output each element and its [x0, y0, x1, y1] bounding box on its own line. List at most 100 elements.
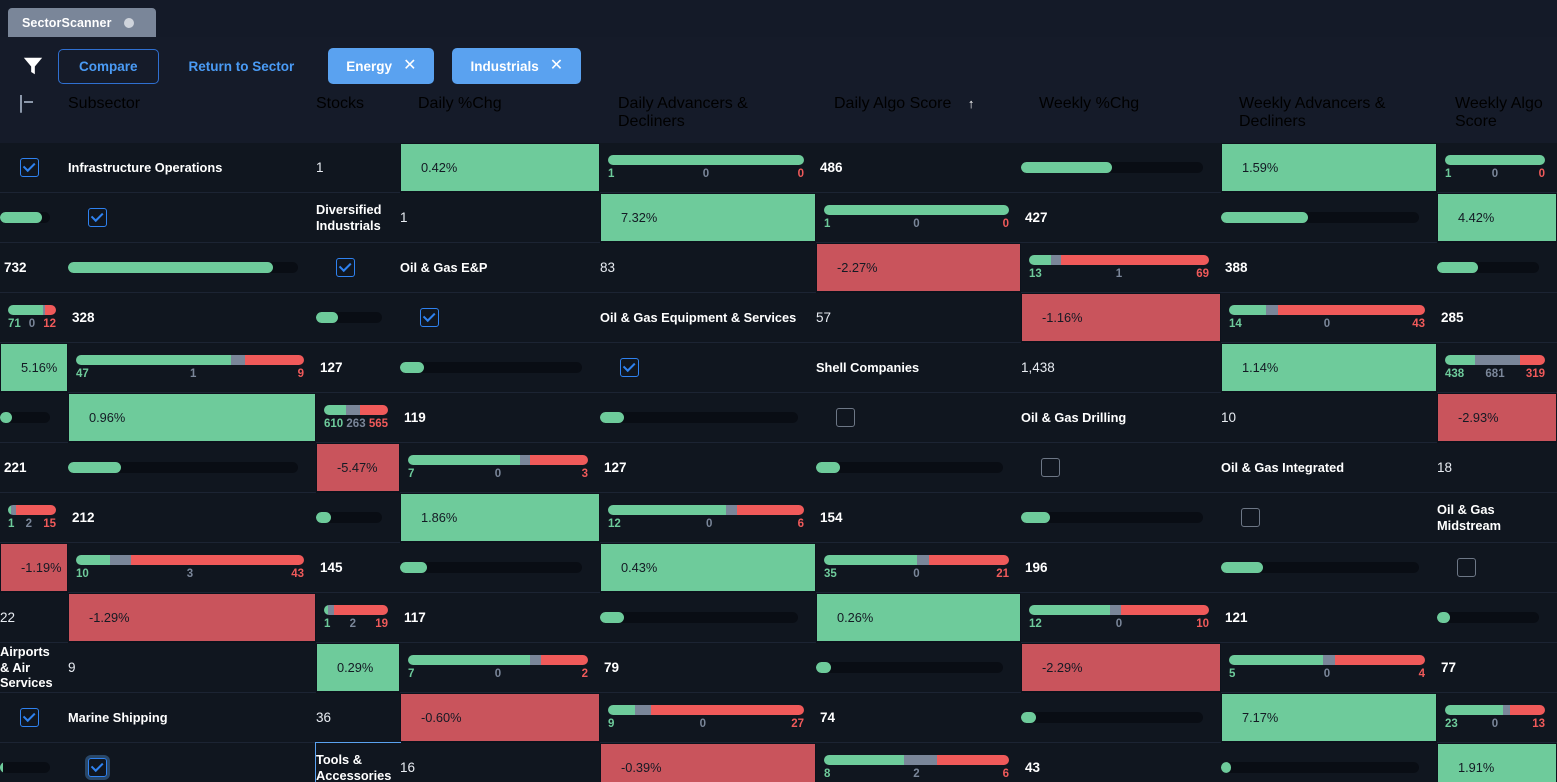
unchanged-count: 0 [1323, 318, 1331, 330]
subsector-name[interactable]: Oil & Gas Equipment & Services [600, 293, 816, 343]
row-checkbox-cell[interactable] [68, 193, 316, 243]
daily-algo-score-meter [316, 493, 400, 543]
weekly-algo-score-meter [1437, 593, 1557, 643]
subsector-name[interactable]: Oil & Gas Drilling [1021, 393, 1221, 443]
row-checkbox[interactable] [88, 208, 107, 227]
daily-algo-score-meter [0, 393, 68, 443]
row-checkbox[interactable] [20, 708, 39, 727]
daily-algo-score: 74 [816, 693, 1021, 743]
column-header-weekly-algo-score[interactable]: Weekly Algo Score [1437, 95, 1557, 143]
unchanged-count: 0 [913, 568, 920, 580]
weekly-algo-score-meter [316, 293, 400, 343]
daily-algo-score: 285 [1437, 293, 1557, 343]
advancers-decliners-bar [408, 655, 588, 665]
row-checkbox-cell[interactable] [1021, 443, 1221, 493]
advancers-count: 1 [324, 618, 331, 630]
column-header-daily-algo-score[interactable]: Daily Algo Score ↑ [816, 95, 1021, 143]
unchanged-count: 0 [494, 468, 502, 480]
row-checkbox[interactable] [1241, 508, 1260, 527]
weekly-advancers-decliners: 1 0 0 [1437, 143, 1557, 193]
tab-title: SectorScanner [22, 15, 112, 30]
row-checkbox-cell[interactable] [316, 243, 400, 293]
subsector-name[interactable]: Oil & Gas E&P [400, 243, 600, 293]
daily-percent-change: -1.16% [1021, 293, 1221, 343]
row-checkbox-cell[interactable] [0, 693, 68, 743]
filter-chip-energy[interactable]: Energy ✕ [328, 48, 435, 84]
close-icon[interactable]: ✕ [403, 58, 416, 74]
column-header-daily-pct[interactable]: Daily %Chg [400, 95, 600, 143]
select-all-header[interactable] [0, 95, 68, 143]
column-header-daily-advancers-decliners[interactable]: Daily Advancers & Decliners [600, 95, 816, 143]
unchanged-count: 0 [1491, 718, 1499, 730]
daily-algo-score: 388 [1221, 243, 1437, 293]
row-checkbox-cell[interactable] [600, 343, 816, 393]
return-to-sector-link[interactable]: Return to Sector [173, 59, 311, 74]
row-checkbox[interactable] [336, 258, 355, 277]
weekly-algo-score: 127 [600, 443, 816, 493]
decliners-count: 565 [368, 418, 388, 430]
daily-algo-score-meter [1221, 193, 1437, 243]
decliners-count: 319 [1525, 368, 1545, 380]
advancers-count: 35 [824, 568, 837, 580]
daily-algo-score-meter [600, 593, 816, 643]
daily-advancers-decliners: 1 2 19 [316, 593, 400, 643]
weekly-percent-change: 1.59% [1221, 143, 1437, 193]
row-checkbox[interactable] [420, 308, 439, 327]
daily-algo-score: 212 [68, 493, 316, 543]
weekly-algo-score-meter [0, 743, 68, 782]
daily-advancers-decliners: 7 0 2 [400, 643, 600, 693]
compare-button[interactable]: Compare [58, 48, 159, 84]
weekly-percent-change: -2.29% [1021, 643, 1221, 693]
app-tab-sectorscanner[interactable]: SectorScanner [8, 8, 156, 37]
weekly-algo-score: 121 [1221, 593, 1437, 643]
vertical-scrollbar[interactable] [1552, 95, 1557, 782]
column-header-subsector[interactable]: Subsector [68, 95, 316, 143]
daily-algo-score-meter [400, 543, 600, 593]
decliners-count: 0 [1002, 218, 1009, 230]
subsector-name[interactable]: Oil & Gas Midstream [1437, 493, 1557, 543]
subsector-name[interactable]: Infrastructure Operations [68, 143, 316, 193]
subsector-name[interactable]: Tools & Accessories [315, 742, 401, 782]
filter-chip-industrials[interactable]: Industrials ✕ [452, 48, 582, 84]
row-checkbox-cell[interactable] [816, 393, 1021, 443]
row-checkbox-cell[interactable] [0, 143, 68, 193]
row-checkbox-cell[interactable] [68, 743, 316, 782]
column-header-stocks[interactable]: Stocks [316, 95, 400, 143]
decliners-count: 9 [297, 368, 304, 380]
subsector-name[interactable]: Airports & Air Services [0, 643, 68, 693]
decliners-count: 21 [996, 568, 1009, 580]
subsector-name[interactable]: Diversified Industrials [316, 193, 400, 243]
weekly-algo-score-meter [68, 243, 316, 293]
row-checkbox-cell[interactable] [400, 293, 600, 343]
close-icon[interactable]: ✕ [550, 58, 563, 74]
column-header-weekly-advancers-decliners[interactable]: Weekly Advancers & Decliners [1221, 95, 1437, 143]
daily-algo-score: 221 [0, 443, 68, 493]
row-checkbox-cell[interactable] [1437, 543, 1557, 593]
weekly-algo-score: 196 [1021, 543, 1221, 593]
stocks-count: 22 [0, 593, 68, 643]
row-checkbox[interactable] [620, 358, 639, 377]
row-checkbox[interactable] [20, 158, 39, 177]
subsector-name[interactable]: Marine Shipping [68, 693, 316, 743]
row-checkbox[interactable] [1457, 558, 1476, 577]
advancers-decliners-bar [324, 605, 388, 615]
row-checkbox[interactable] [836, 408, 855, 427]
advancers-decliners-bar [608, 705, 804, 715]
row-checkbox-cell[interactable] [1221, 493, 1437, 543]
daily-algo-score: 43 [1021, 743, 1221, 782]
column-header-weekly-pct[interactable]: Weekly %Chg [1021, 95, 1221, 143]
decliners-count: 12 [43, 318, 56, 330]
advancers-count: 1 [1445, 168, 1452, 180]
daily-percent-change: -1.19% [0, 543, 68, 593]
minus-checkbox-icon[interactable] [20, 95, 22, 113]
subsector-name[interactable]: Shell Companies [816, 343, 1021, 393]
daily-advancers-decliners: 14 0 43 [1221, 293, 1437, 343]
funnel-icon[interactable] [22, 55, 44, 77]
daily-percent-change: 0.29% [316, 643, 400, 693]
advancers-decliners-bar [324, 405, 388, 415]
row-checkbox[interactable] [88, 758, 107, 777]
subsector-name[interactable]: Oil & Gas Integrated [1221, 443, 1437, 493]
stocks-count: 9 [68, 643, 316, 693]
advancers-count: 7 [408, 668, 415, 680]
row-checkbox[interactable] [1041, 458, 1060, 477]
